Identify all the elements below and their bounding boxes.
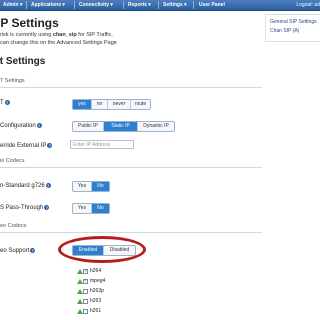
nat-toggle: yes no never route xyxy=(72,99,151,110)
driver-name: chan_sip xyxy=(52,32,77,38)
help-icon[interactable]: ? xyxy=(36,123,42,128)
nav-divider xyxy=(26,1,27,9)
ip-config-label-text: Configuration xyxy=(0,123,36,129)
help-icon[interactable]: ? xyxy=(30,248,36,253)
video-support-label-text: eo Support xyxy=(0,248,30,254)
driver-note-suffix: for SIP Traffic. xyxy=(76,32,113,38)
nav-reports[interactable]: Reports ▾ xyxy=(128,0,151,10)
ip-config-label: Configuration? xyxy=(0,123,42,129)
nav-connectivity-label: Connectivity xyxy=(79,2,110,8)
page-title: IP Settings xyxy=(0,16,59,30)
highlight-annotation xyxy=(58,236,146,263)
nat-option-never[interactable]: never xyxy=(108,100,131,109)
nav-divider xyxy=(123,1,124,9)
nav-admin-label: Admin xyxy=(3,2,19,8)
nav-reports-label: Reports xyxy=(128,2,147,8)
nav-divider xyxy=(193,1,194,9)
section-divider xyxy=(0,87,262,88)
section-audio-codecs: io Codecs xyxy=(0,158,25,164)
nav-applications[interactable]: Applications ▾ xyxy=(31,0,65,10)
ip-config-toggle: Public IP Static IP Dynamic IP xyxy=(72,121,175,132)
external-ip-label-text: erride External IP xyxy=(0,143,47,149)
codec-checkbox[interactable] xyxy=(83,268,88,274)
nat-option-yes[interactable]: yes xyxy=(73,100,92,109)
nat-label-text: T xyxy=(0,100,4,106)
section-video-codecs: eo Codecs xyxy=(0,223,27,229)
nav-settings[interactable]: Settings ▾ xyxy=(163,0,187,10)
help-icon[interactable]: ? xyxy=(44,205,50,210)
passthrough-option-no[interactable]: No xyxy=(92,204,109,213)
section-divider xyxy=(0,232,262,233)
top-nav-bar: Admin ▾ Applications ▾ Connectivity ▾ Re… xyxy=(0,0,320,11)
nav-connectivity[interactable]: Connectivity ▾ xyxy=(79,0,113,10)
codec-name: mpeg4 xyxy=(90,278,106,284)
g726-label-text: n-Standard g726 xyxy=(0,183,45,189)
logout-link[interactable]: Logout: ad xyxy=(296,0,320,10)
codec-checkbox[interactable] xyxy=(83,299,88,304)
passthrough-label: S Pass-Through? xyxy=(0,205,50,211)
g726-label: n-Standard g726? xyxy=(0,183,51,189)
g726-toggle: Yes No xyxy=(72,181,110,192)
g726-option-yes[interactable]: Yes xyxy=(73,182,92,191)
nav-user-panel-label: User Panel xyxy=(199,2,225,8)
help-icon[interactable]: ? xyxy=(45,183,51,188)
codec-checkbox[interactable] xyxy=(83,309,88,314)
codec-checkbox[interactable] xyxy=(83,278,88,284)
ip-config-option-dynamic[interactable]: Dynamic IP xyxy=(138,122,174,131)
codec-name: h264 xyxy=(90,268,102,274)
driver-note-prefix: risk is currently using xyxy=(0,32,53,38)
passthrough-toggle: Yes No xyxy=(72,203,110,214)
section-divider xyxy=(0,167,262,168)
video-support-label: eo Support? xyxy=(0,248,36,254)
driver-note: risk is currently using chan_sip for SIP… xyxy=(0,32,113,38)
side-link-general-sip[interactable]: General SIP Settings xyxy=(270,19,317,25)
nat-label: T? xyxy=(0,100,10,106)
nav-admin[interactable]: Admin ▾ xyxy=(3,0,22,10)
side-links-panel: General SIP Settings Chan SIP (A) xyxy=(265,14,320,42)
nav-applications-label: Applications xyxy=(31,2,62,8)
codec-name: h263 xyxy=(90,298,102,304)
nat-option-no[interactable]: no xyxy=(92,100,108,109)
help-icon[interactable]: ? xyxy=(47,143,53,148)
codec-checkbox[interactable] xyxy=(83,289,88,294)
ip-config-option-public[interactable]: Public IP xyxy=(73,122,104,131)
passthrough-option-yes[interactable]: Yes xyxy=(73,204,92,213)
advanced-settings-note: can change this on the Advanced Settings… xyxy=(0,40,117,46)
external-ip-label: erride External IP? xyxy=(0,143,53,149)
help-icon[interactable]: ? xyxy=(4,100,10,105)
g726-option-no[interactable]: No xyxy=(92,182,109,191)
edit-settings-heading: it Settings xyxy=(0,56,46,67)
side-link-chan-sip[interactable]: Chan SIP (A) xyxy=(270,28,299,34)
section-nat-settings: T Settings xyxy=(0,78,25,84)
external-ip-input[interactable]: Enter IP Address xyxy=(70,140,134,149)
codec-name: h261 xyxy=(90,308,102,314)
ip-config-option-static[interactable]: Static IP xyxy=(104,122,138,131)
passthrough-label-text: S Pass-Through xyxy=(0,205,44,211)
nav-divider xyxy=(158,1,159,9)
codec-name: h263p xyxy=(90,288,104,294)
nav-settings-label: Settings xyxy=(163,2,183,8)
nat-option-route[interactable]: route xyxy=(131,100,150,109)
nav-divider xyxy=(74,1,75,9)
nav-user-panel[interactable]: User Panel xyxy=(199,0,225,10)
